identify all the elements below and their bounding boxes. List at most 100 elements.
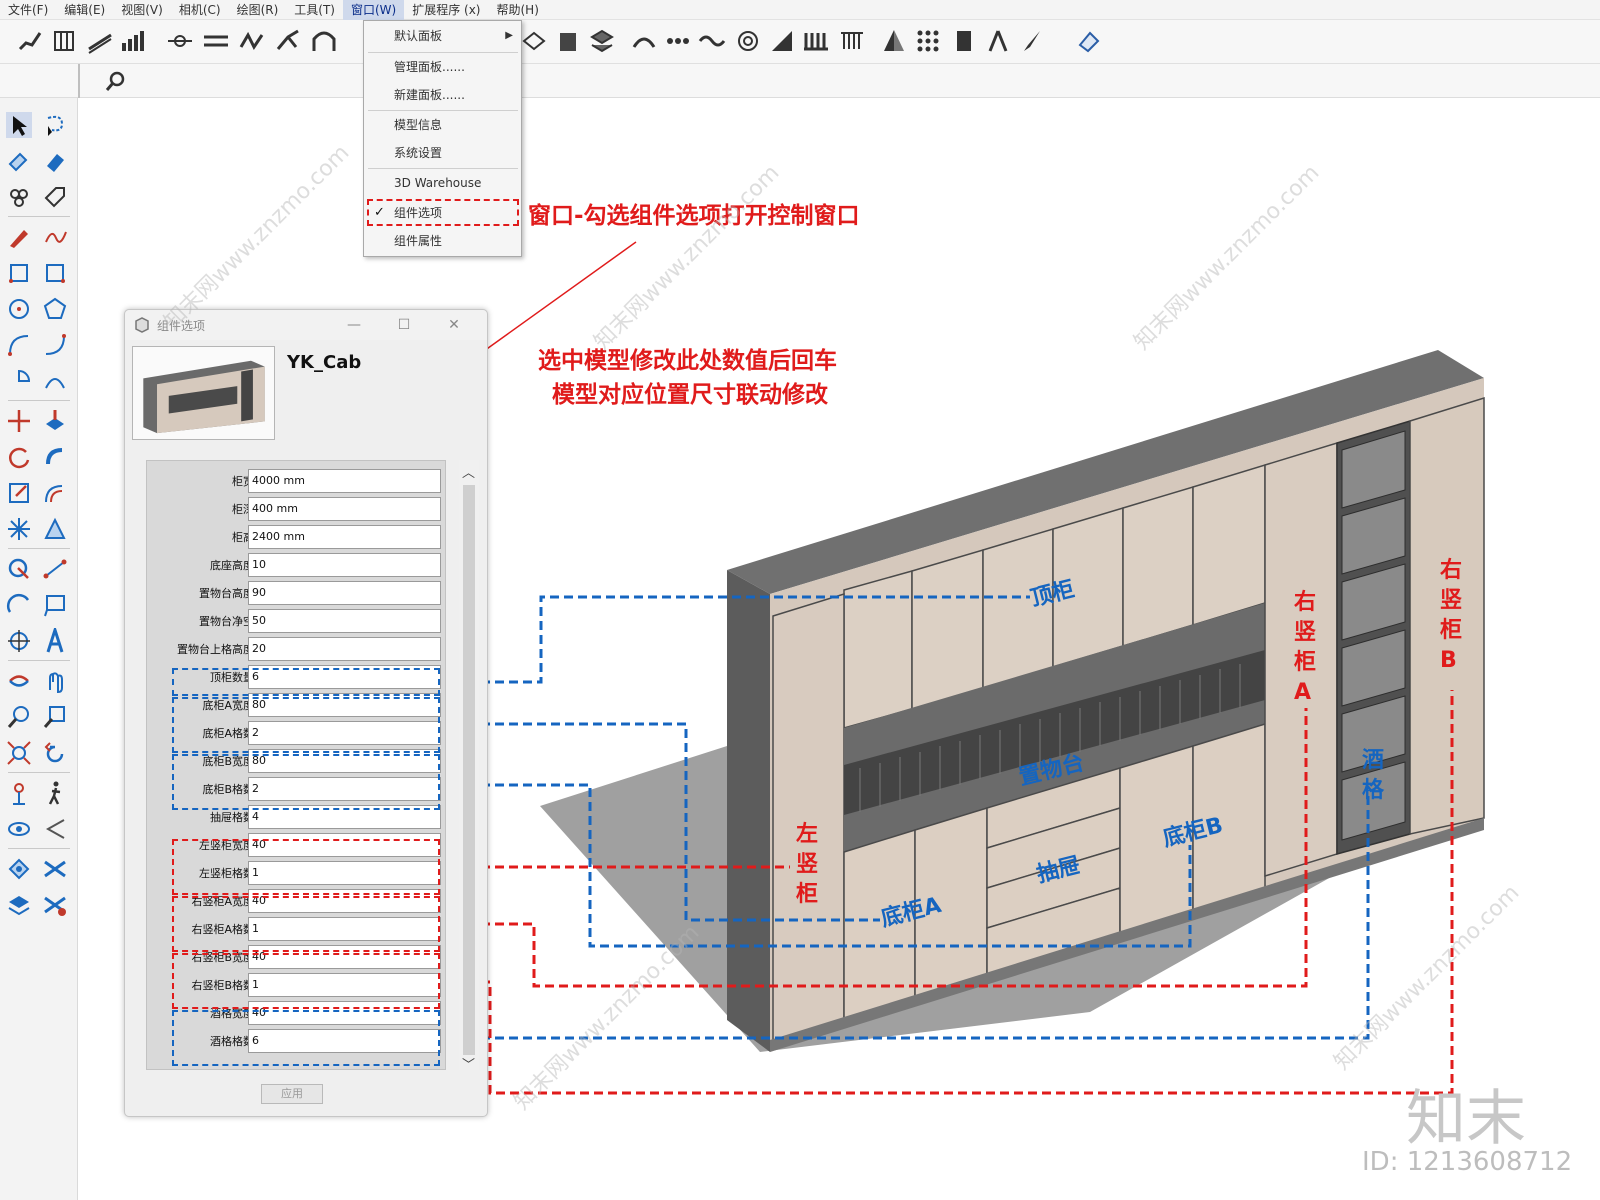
apply-button[interactable]: 应用	[261, 1084, 323, 1104]
scroll-up-icon[interactable]: ︿	[462, 462, 475, 481]
ramp-tool-icon[interactable]	[86, 27, 114, 55]
maximize-button[interactable]: ☐	[391, 314, 417, 336]
menu-draw[interactable]: 绘图(R)	[229, 0, 287, 20]
previous-view-icon[interactable]	[42, 740, 68, 766]
menu-help[interactable]: 帮助(H)	[488, 0, 546, 20]
walk-tool-icon[interactable]	[42, 780, 68, 806]
sandbox-scratch-icon[interactable]	[42, 856, 68, 882]
roof-tool-icon[interactable]	[880, 27, 908, 55]
param-input[interactable]: 2400 mm	[248, 525, 441, 549]
menu-window[interactable]: 窗口(W)	[342, 0, 405, 20]
search-icon[interactable]	[104, 69, 128, 93]
scroll-down-icon[interactable]: ﹀	[462, 1054, 475, 1073]
text-label-tool-icon[interactable]	[42, 592, 68, 618]
menu-tools[interactable]: 工具(T)	[286, 0, 343, 20]
circle-tool-icon[interactable]	[6, 296, 32, 322]
arch-tool-icon[interactable]	[310, 27, 338, 55]
bar-tool-icon[interactable]	[118, 27, 146, 55]
box-tool-icon[interactable]	[554, 27, 582, 55]
menu-item-new-panel[interactable]: 新建面板......	[364, 82, 521, 108]
column-tool-icon[interactable]	[50, 27, 78, 55]
tag-tool-icon[interactable]	[42, 184, 68, 210]
zigzag-tool-icon[interactable]	[238, 27, 266, 55]
rotate-tool-icon[interactable]	[6, 444, 32, 470]
compass-tool-icon[interactable]	[984, 27, 1012, 55]
follow-me-tool-icon[interactable]	[42, 444, 68, 470]
panel-tool-icon[interactable]	[950, 27, 978, 55]
menu-camera[interactable]: 相机(C)	[171, 0, 229, 20]
branch-tool-icon[interactable]	[274, 27, 302, 55]
dimension-tool-icon[interactable]	[42, 556, 68, 582]
rotated-rect-tool-icon[interactable]	[42, 260, 68, 286]
menu-edit[interactable]: 编辑(E)	[56, 0, 113, 20]
arc2-tool-icon[interactable]	[42, 332, 68, 358]
stack-tool-icon[interactable]	[588, 27, 616, 55]
component-tool-icon[interactable]	[6, 184, 32, 210]
wave-tool-icon[interactable]	[698, 27, 726, 55]
grid-tool-icon[interactable]	[914, 27, 942, 55]
menu-item-component-attributes[interactable]: 组件属性	[364, 228, 521, 254]
param-input[interactable]: 50	[248, 609, 441, 633]
zoom-extents-icon[interactable]	[6, 740, 32, 766]
eraser-icon[interactable]	[42, 148, 68, 174]
menu-item-manage-panels[interactable]: 管理面板......	[364, 54, 521, 80]
dots-tool-icon[interactable]	[664, 27, 692, 55]
brush-tool-icon[interactable]	[1018, 27, 1046, 55]
eraser-tool-icon[interactable]	[1074, 27, 1102, 55]
sandbox-smoove-icon[interactable]	[6, 892, 32, 918]
lasso-tool-icon[interactable]	[42, 112, 68, 138]
paint-tool-icon[interactable]	[6, 148, 32, 174]
zoom-tool-icon[interactable]	[6, 704, 32, 730]
balustrade-tool-icon[interactable]	[838, 27, 866, 55]
protractor-tool-icon[interactable]	[6, 592, 32, 618]
offset-tool-icon[interactable]	[42, 480, 68, 506]
polygon-tool-icon[interactable]	[42, 296, 68, 322]
extrude-tool-icon[interactable]	[520, 27, 548, 55]
menu-item-model-info[interactable]: 模型信息	[364, 112, 521, 138]
menu-file[interactable]: 文件(F)	[0, 0, 56, 20]
curve-tool-icon[interactable]	[630, 27, 658, 55]
menu-extensions[interactable]: 扩展程序 (x)	[404, 0, 488, 20]
align-tool-icon[interactable]	[166, 27, 194, 55]
pan-tool-icon[interactable]	[42, 668, 68, 694]
spiral-tool-icon[interactable]	[734, 27, 762, 55]
param-input[interactable]: 4000 mm	[248, 469, 441, 493]
arc-tool-icon[interactable]	[6, 332, 32, 358]
menu-view[interactable]: 视图(V)	[113, 0, 171, 20]
rail-tool-icon[interactable]	[202, 27, 230, 55]
push-pull-tool-icon[interactable]	[42, 408, 68, 434]
section-tool-icon[interactable]	[42, 516, 68, 542]
three-point-arc-icon[interactable]	[42, 368, 68, 394]
look-around-icon[interactable]	[6, 816, 32, 842]
pencil-tool-icon[interactable]	[6, 224, 32, 250]
pie-tool-icon[interactable]	[6, 368, 32, 394]
menu-item-preferences[interactable]: 系统设置	[364, 140, 521, 166]
fence-tool-icon[interactable]	[802, 27, 830, 55]
sandbox-contours-icon[interactable]	[6, 856, 32, 882]
axes-tool-icon[interactable]	[6, 628, 32, 654]
section-plane-icon[interactable]	[42, 816, 68, 842]
scale-tool-icon[interactable]	[6, 480, 32, 506]
menu-item-3d-warehouse[interactable]: 3D Warehouse	[364, 170, 521, 196]
close-button[interactable]: ✕	[441, 314, 467, 336]
move-tool-icon[interactable]	[6, 408, 32, 434]
freehand-tool-icon[interactable]	[42, 224, 68, 250]
rectangle-tool-icon[interactable]	[6, 260, 32, 286]
orbit-tool-icon[interactable]	[6, 668, 32, 694]
3d-text-tool-icon[interactable]	[42, 628, 68, 654]
position-texture-icon[interactable]	[6, 516, 32, 542]
position-camera-icon[interactable]	[6, 780, 32, 806]
menu-item-default-panel[interactable]: 默认面板 ▶	[364, 23, 521, 49]
tape-measure-icon[interactable]	[6, 556, 32, 582]
select-tool-icon[interactable]	[6, 112, 32, 138]
sandbox-stamp-icon[interactable]	[42, 892, 68, 918]
param-input[interactable]: 10	[248, 553, 441, 577]
scrollbar-thumb[interactable]	[463, 485, 475, 1055]
minimize-button[interactable]: —	[341, 314, 367, 336]
slope-tool-icon[interactable]	[768, 27, 796, 55]
zoom-window-icon[interactable]	[42, 704, 68, 730]
param-input[interactable]: 400 mm	[248, 497, 441, 521]
stair-tool-icon[interactable]	[16, 27, 44, 55]
param-input[interactable]: 90	[248, 581, 441, 605]
param-input[interactable]: 20	[248, 637, 441, 661]
